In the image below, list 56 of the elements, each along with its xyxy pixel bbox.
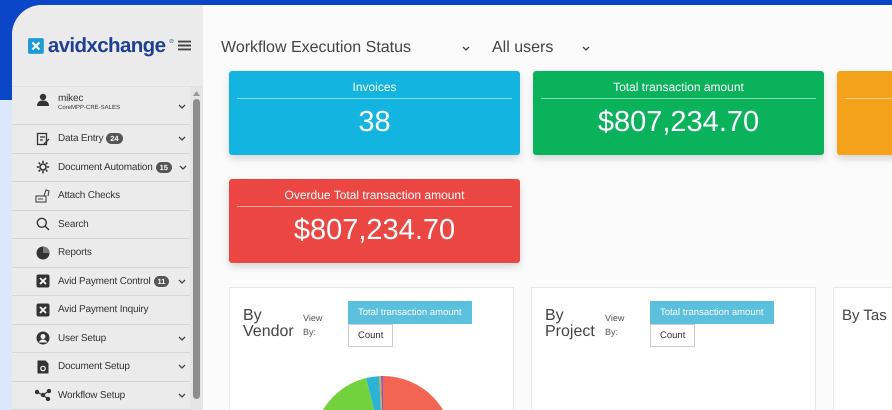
clipboard-pencil-icon [36, 132, 50, 146]
x-square-icon [36, 302, 50, 317]
card-title: Overdue Total transaction amount [284, 188, 464, 202]
sidebar-label: Attach Checks [58, 190, 120, 202]
panel-title: By Vendor [243, 308, 295, 342]
scroll-up-icon[interactable] [193, 91, 200, 96]
sidebar-label: Document Setup [58, 361, 130, 372]
chevron-down-icon [582, 46, 590, 50]
card-value: 38 [358, 106, 391, 139]
view-by-toggle[interactable]: Count [348, 324, 394, 347]
user-icon [36, 93, 50, 107]
sidebar-label: Reports [58, 247, 92, 258]
sidebar-item[interactable]: Reports [12, 239, 190, 268]
pie-icon [36, 246, 50, 260]
sidebar-label: User Setup [58, 332, 106, 344]
panel-title: By Project [545, 308, 596, 342]
card-value: $807,234.70 [598, 106, 760, 139]
chevron-down-icon [178, 392, 186, 398]
cheque-hand-icon [35, 188, 51, 203]
sidebar-item[interactable]: User Setup [12, 324, 190, 353]
sidebar-label: Avid Payment Inquiry [58, 304, 148, 316]
view-by-label: View By: [605, 312, 626, 339]
x-square-icon [36, 274, 50, 288]
scrollbar[interactable] [190, 87, 203, 410]
chevron-down-icon [178, 104, 186, 109]
chevron-down-icon [178, 364, 186, 370]
user-name: mikec [58, 93, 84, 104]
panel-title: By Tas [842, 308, 887, 324]
user-circle-icon [36, 331, 50, 346]
card-title: Total transaction amount [613, 80, 744, 94]
sidebar-label: Workflow Setup [58, 390, 126, 401]
chevron-down-icon [178, 136, 186, 142]
workflow-icon [35, 389, 51, 402]
sidebar-label: Document Automation [58, 162, 153, 173]
chevron-down-icon [178, 164, 187, 170]
view-by-label: View By: [303, 312, 324, 339]
filter-dropdown[interactable]: Workflow Execution Status [221, 39, 470, 57]
sidebar-item[interactable]: Workflow Setup [12, 382, 190, 410]
filter-dropdown[interactable]: All users [492, 39, 590, 57]
sidebar-label: Search [58, 218, 88, 230]
logo-text: avidxchange [48, 34, 166, 58]
view-by-toggle[interactable]: Count [650, 324, 696, 347]
sidebar-item[interactable]: Document Setup [12, 353, 190, 382]
chevron-down-icon [178, 336, 186, 341]
sidebar-label: Avid Payment Control [58, 276, 151, 287]
sidebar-item[interactable]: Avid Payment Inquiry [12, 296, 190, 324]
card-value: $807,234.70 [294, 214, 456, 247]
menu-icon[interactable] [178, 39, 191, 52]
sidebar-label: Data Entry [58, 133, 104, 144]
chevron-down-icon [462, 46, 470, 50]
document-gear-icon [37, 360, 49, 374]
chevron-down-icon [178, 278, 186, 284]
card-title: Invoices [352, 80, 397, 94]
logo-icon [28, 36, 44, 54]
gear-icon [36, 160, 50, 174]
search-icon [36, 217, 50, 232]
